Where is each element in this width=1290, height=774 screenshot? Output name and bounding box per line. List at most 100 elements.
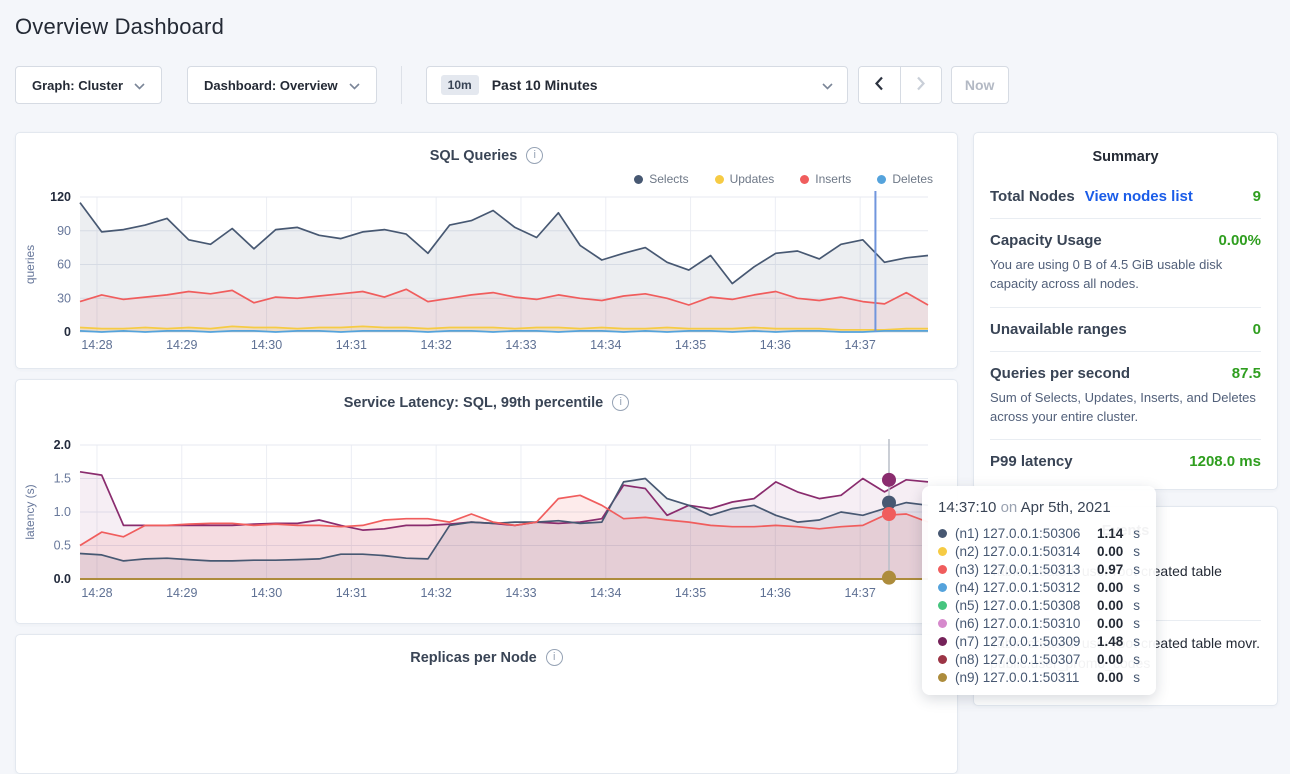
summary-rows: Total Nodes View nodes list 9 Capacity Usag… [990, 175, 1261, 483]
legend-label: Deletes [892, 172, 933, 186]
x-tick-label: 14:37 [845, 586, 876, 600]
time-step-buttons [858, 66, 942, 104]
chart-title-row: SQL Queries [16, 133, 957, 164]
legend-item[interactable]: Updates [715, 172, 775, 186]
info-icon[interactable] [526, 147, 543, 164]
node-latency-unit: s [1133, 580, 1140, 595]
node-latency-unit: s [1133, 598, 1140, 613]
info-icon[interactable] [546, 649, 563, 666]
legend-dot [634, 175, 643, 184]
summary-label: P99 latency [990, 453, 1073, 470]
summary-label: Total Nodes [990, 188, 1075, 205]
node-color-dot [938, 547, 947, 556]
tooltip-time: 14:37:10 [938, 499, 996, 516]
summary-row: Total Nodes View nodes list 9 [990, 175, 1261, 218]
view-nodes-link[interactable]: View nodes list [1085, 188, 1193, 205]
summary-row: Unavailable ranges0 [990, 307, 1261, 351]
chart-legend: Selects Updates Inserts Deletes [16, 164, 957, 186]
summary-value: 1208.0 ms [1189, 453, 1261, 470]
x-tick-label: 14:30 [251, 338, 282, 352]
tooltip-node-row: (n4) 127.0.0.1:503120.00s [938, 578, 1140, 596]
chevron-left-icon [874, 76, 884, 94]
x-tick-label: 14:31 [336, 338, 367, 352]
tooltip-rows: (n1) 127.0.0.1:503061.14s(n2) 127.0.0.1:… [938, 524, 1140, 686]
page-title: Overview Dashboard [15, 14, 1278, 40]
legend-item[interactable]: Deletes [877, 172, 933, 186]
latency-chart[interactable]: 14:2814:2914:3014:3114:3214:3314:3414:35… [16, 421, 959, 601]
legend-dot [800, 175, 809, 184]
tooltip-node-row: (n8) 127.0.0.1:503070.00s [938, 650, 1140, 668]
node-latency-unit: s [1133, 634, 1140, 649]
x-tick-label: 14:28 [81, 338, 112, 352]
summary-panel: Summary Total NodesView nodes list9Capac… [973, 132, 1278, 490]
summary-label: Queries per second [990, 365, 1130, 382]
node-latency-value: 0.00 [1097, 544, 1123, 559]
node-latency-value: 0.00 [1097, 670, 1123, 685]
time-next-button[interactable] [900, 67, 941, 103]
now-button[interactable]: Now [951, 66, 1009, 104]
dashboard-dropdown[interactable]: Dashboard: Overview [187, 66, 377, 104]
latency-chart-card: Service Latency: SQL, 99th percentile 14… [15, 379, 958, 624]
node-color-dot [938, 583, 947, 592]
x-tick-label: 14:34 [590, 338, 621, 352]
y-tick-label: 1.0 [54, 505, 71, 519]
time-range-dropdown[interactable]: 10m Past 10 Minutes [426, 66, 848, 104]
y-tick-label: 30 [57, 291, 71, 305]
tooltip-node-row: (n3) 127.0.0.1:503130.97s [938, 560, 1140, 578]
graph-dropdown[interactable]: Graph: Cluster [15, 66, 162, 104]
legend-item[interactable]: Inserts [800, 172, 851, 186]
time-range-label: Past 10 Minutes [492, 77, 822, 93]
summary-value: 9 [1253, 188, 1261, 205]
summary-row-top: Total Nodes View nodes list 9 [990, 188, 1261, 205]
x-tick-label: 14:36 [760, 586, 791, 600]
node-latency-value: 0.00 [1097, 598, 1123, 613]
divider [401, 66, 402, 104]
summary-row-top: P99 latency 1208.0 ms [990, 453, 1261, 470]
node-address: (n6) 127.0.0.1:50310 [955, 616, 1089, 631]
summary-value: 87.5 [1232, 365, 1261, 382]
sql-queries-chart[interactable]: 14:2814:2914:3014:3114:3214:3314:3414:35… [16, 186, 959, 356]
summary-row-top: Capacity Usage0.00% [990, 232, 1261, 249]
legend-label: Inserts [815, 172, 851, 186]
y-tick-label: 1.5 [54, 472, 71, 486]
time-prev-button[interactable] [859, 67, 900, 103]
node-address: (n1) 127.0.0.1:50306 [955, 526, 1089, 541]
node-address: (n9) 127.0.0.1:50311 [955, 670, 1089, 685]
node-address: (n3) 127.0.0.1:50313 [955, 562, 1089, 577]
node-latency-unit: s [1133, 670, 1140, 685]
node-address: (n4) 127.0.0.1:50312 [955, 580, 1089, 595]
node-color-dot [938, 655, 947, 664]
tooltip-timestamp: 14:37:10 on Apr 5th, 2021 [938, 499, 1140, 516]
node-color-dot [938, 637, 947, 646]
node-latency-unit: s [1133, 616, 1140, 631]
x-tick-label: 14:29 [166, 338, 197, 352]
y-tick-label: 120 [50, 190, 71, 204]
node-address: (n7) 127.0.0.1:50309 [955, 634, 1089, 649]
x-tick-label: 14:28 [81, 586, 112, 600]
node-color-dot [938, 565, 947, 574]
tooltip-node-row: (n5) 127.0.0.1:503080.00s [938, 596, 1140, 614]
node-latency-value: 0.00 [1097, 652, 1123, 667]
chart-title-row: Replicas per Node [16, 635, 957, 666]
info-icon[interactable] [612, 394, 629, 411]
node-color-dot [938, 601, 947, 610]
hover-dot [882, 507, 896, 521]
summary-value: 0 [1253, 321, 1261, 338]
summary-row-top: Queries per second 87.5 [990, 365, 1261, 382]
node-color-dot [938, 529, 947, 538]
tooltip-node-row: (n2) 127.0.0.1:503140.00s [938, 542, 1140, 560]
x-tick-label: 14:34 [590, 586, 621, 600]
node-latency-unit: s [1133, 652, 1140, 667]
tooltip-date: Apr 5th, 2021 [1021, 499, 1111, 516]
node-latency-unit: s [1133, 526, 1140, 541]
y-tick-label: 0.0 [54, 572, 71, 586]
y-tick-label: 0.5 [54, 539, 71, 553]
y-tick-label: 90 [57, 224, 71, 238]
summary-value: 0.00% [1218, 232, 1261, 249]
tooltip-on: on [1001, 499, 1018, 516]
y-tick-label: 2.0 [54, 438, 71, 452]
node-latency-value: 1.48 [1097, 634, 1123, 649]
legend-item[interactable]: Selects [634, 172, 688, 186]
summary-desc: You are using 0 B of 4.5 GiB usable disk… [990, 256, 1261, 294]
x-tick-label: 14:33 [505, 338, 536, 352]
